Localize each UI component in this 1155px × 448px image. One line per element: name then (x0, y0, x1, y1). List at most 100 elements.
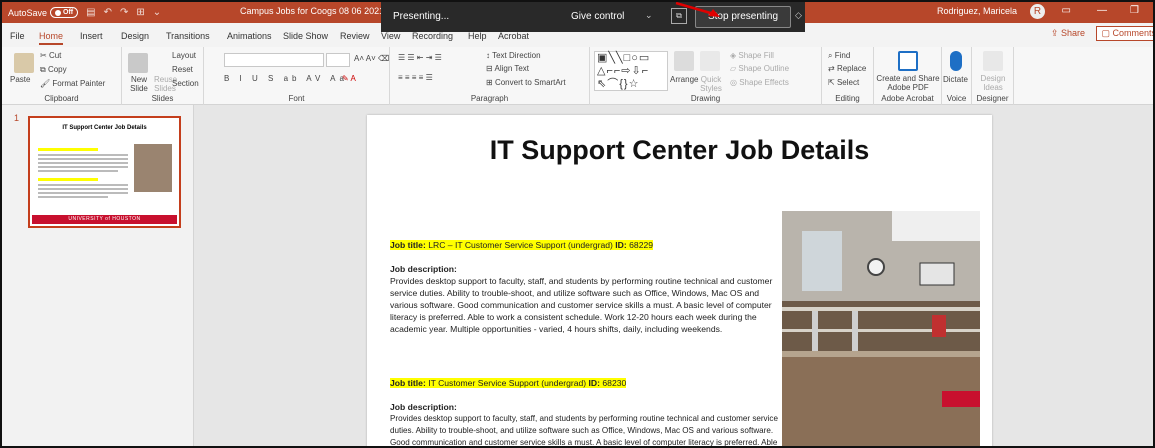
font-size-icon[interactable]: A˄ A˅ ⌫ (354, 54, 389, 63)
replace-button[interactable]: ⇄ Replace (828, 64, 866, 73)
customize-qat-icon[interactable]: ⌄ (153, 7, 161, 18)
shape-fill-button[interactable]: ◈ Shape Fill (730, 51, 774, 60)
tab-review[interactable]: Review (340, 31, 370, 41)
job-1-id-value: 68229 (629, 240, 654, 250)
paste-icon[interactable] (14, 53, 34, 73)
cut-button[interactable]: ✂ Cut (40, 51, 61, 60)
font-color-icon[interactable]: ✎ A (342, 74, 356, 83)
workspace: 1 IT Support Center Job Details UNIVERSI… (2, 105, 1153, 446)
job-1-desc: Provides desktop support to faculty, sta… (390, 276, 773, 334)
voice-label: Voice (946, 94, 967, 103)
alignment-icon[interactable]: ≡ ≡ ≡ ≡ ☰ (398, 73, 433, 82)
slide-thumbnail-pane: 1 IT Support Center Job Details UNIVERSI… (2, 105, 194, 446)
shape-effects-button[interactable]: ◎ Shape Effects (730, 78, 789, 87)
autosave-toggle[interactable]: Off (50, 7, 79, 18)
thumbnail-footer: UNIVERSITY of HOUSTON (32, 215, 177, 224)
tab-acrobat[interactable]: Acrobat (498, 31, 529, 41)
arrange-button[interactable]: Arrange (670, 75, 698, 84)
job-2-title-value: IT Customer Service Support (undergrad) (428, 378, 587, 388)
format-painter-label: Format Painter (52, 79, 106, 88)
redo-icon[interactable]: ↷ (120, 7, 128, 18)
presenter-icon[interactable]: ⊞ (136, 7, 144, 18)
user-name[interactable]: Rodriguez, Maricela (937, 6, 1017, 16)
tab-home[interactable]: Home (39, 31, 64, 45)
copy-label: Copy (47, 65, 67, 74)
replace-label: Replace (836, 64, 867, 73)
reset-button[interactable]: Reset (172, 65, 193, 74)
design-ideas-button[interactable]: Design Ideas (976, 74, 1010, 92)
job-2-title-line: Job title: IT Customer Service Support (… (390, 378, 627, 388)
format-painter-button[interactable]: 🖌 Format Painter (40, 79, 105, 88)
tab-slide-show[interactable]: Slide Show (283, 31, 328, 41)
share-button[interactable]: ⇪ Share (1051, 28, 1085, 39)
text-direction-button[interactable]: ↕ Text Direction (486, 51, 541, 60)
ribbon-display-icon[interactable]: ▭ (1062, 5, 1071, 16)
job-1-title-label: Job title: (390, 240, 426, 250)
service-desk-photo-art (782, 211, 980, 446)
new-slide-button[interactable]: New Slide (124, 75, 154, 93)
restore-icon[interactable]: ❐ (1130, 5, 1139, 16)
powerpoint-window: AutoSave Off ▤ ↶ ↷ ⊞ ⌄ Campus Jobs for C… (0, 0, 1155, 448)
align-text-button[interactable]: ⊟ Align Text (486, 64, 529, 73)
find-button[interactable]: ⌕ Find (828, 51, 850, 61)
tab-file[interactable]: File (10, 31, 25, 41)
chevron-down-icon[interactable]: ⌄ (645, 10, 653, 21)
tab-help[interactable]: Help (468, 31, 487, 41)
paste-button[interactable]: Paste (10, 75, 30, 84)
slide-canvas[interactable]: IT Support Center Job Details Job title:… (367, 115, 992, 446)
designer-label: Designer (976, 94, 1009, 103)
give-control-dropdown[interactable]: Give control (571, 11, 624, 22)
tab-transitions[interactable]: Transitions (166, 31, 210, 41)
shapes-gallery[interactable]: ▣╲╲□○▭ △⌐⌐⇨⇩⌐ ⇖⌒{}☆ (594, 51, 668, 91)
undo-icon[interactable]: ↶ (104, 7, 112, 18)
group-font: A˄ A˅ ⌫ B I U S ab AV Aa ✎ A Font (204, 47, 390, 105)
tab-view[interactable]: View (381, 31, 400, 41)
drawing-label: Drawing (690, 94, 721, 103)
minimize-icon[interactable]: — (1097, 5, 1107, 16)
select-button[interactable]: ⇱ Select (828, 78, 859, 87)
font-name-box[interactable] (224, 53, 324, 67)
job-2-title-label: Job title: (390, 378, 426, 388)
group-drawing: ▣╲╲□○▭ △⌐⌐⇨⇩⌐ ⇖⌒{}☆ Arrange Quick Styles ◈… (590, 47, 822, 105)
autosave[interactable]: AutoSave Off (8, 7, 79, 18)
microphone-icon[interactable] (950, 51, 962, 71)
slides-label: Slides (151, 94, 174, 103)
comments-label: Comments (1112, 28, 1155, 38)
layout-button[interactable]: Layout (172, 51, 196, 60)
tab-insert[interactable]: Insert (80, 31, 103, 41)
slide-thumbnail[interactable]: IT Support Center Job Details UNIVERSITY… (28, 116, 181, 228)
section-button[interactable]: Section (172, 79, 199, 88)
quick-styles-icon[interactable] (700, 51, 720, 71)
save-icon[interactable]: ▤ (86, 7, 95, 18)
font-size-box[interactable] (326, 53, 350, 67)
convert-smartart-button[interactable]: ⊞ Convert to SmartArt (486, 78, 566, 87)
job-1[interactable]: Job title: LRC – IT Customer Service Sup… (390, 239, 780, 335)
bullets-icon[interactable]: ☰ ☰ ⇤ ⇥ ☰ (398, 53, 442, 62)
font-label: Font (288, 94, 305, 103)
slide-title[interactable]: IT Support Center Job Details (367, 135, 992, 166)
comments-button[interactable]: ▢ Comments (1096, 26, 1155, 41)
job-1-id-label: ID: (615, 240, 627, 250)
group-designer: Design Ideas Designer (972, 47, 1014, 105)
design-ideas-icon[interactable] (983, 51, 1003, 71)
job-2-desc-heading: Job description: (390, 402, 457, 412)
service-desk-photo[interactable] (782, 211, 980, 446)
create-share-pdf-button[interactable]: Create and Share Adobe PDF (876, 74, 940, 92)
new-slide-icon[interactable] (128, 53, 148, 73)
avatar[interactable]: R (1030, 4, 1045, 19)
dictate-button[interactable]: Dictate (943, 75, 968, 84)
job-2[interactable]: Job title: IT Customer Service Support (… (390, 377, 780, 446)
tab-animations[interactable]: Animations (227, 31, 272, 41)
arrange-icon[interactable] (674, 51, 694, 71)
annotation-arrow-icon (675, 2, 720, 17)
font-format-icon[interactable]: B I U S ab AV Aa (224, 74, 348, 83)
quick-styles-button[interactable]: Quick Styles (698, 75, 724, 93)
shape-outline-button[interactable]: ▱ Shape Outline (730, 64, 789, 73)
tab-recording[interactable]: Recording (412, 31, 453, 41)
job-1-title-line: Job title: LRC – IT Customer Service Sup… (390, 240, 654, 250)
create-pdf-icon[interactable] (898, 51, 918, 71)
tab-design[interactable]: Design (121, 31, 149, 41)
copy-button[interactable]: ⧉ Copy (40, 65, 67, 75)
autosave-state: Off (63, 9, 74, 16)
pin-icon[interactable]: ◇ (795, 10, 802, 21)
